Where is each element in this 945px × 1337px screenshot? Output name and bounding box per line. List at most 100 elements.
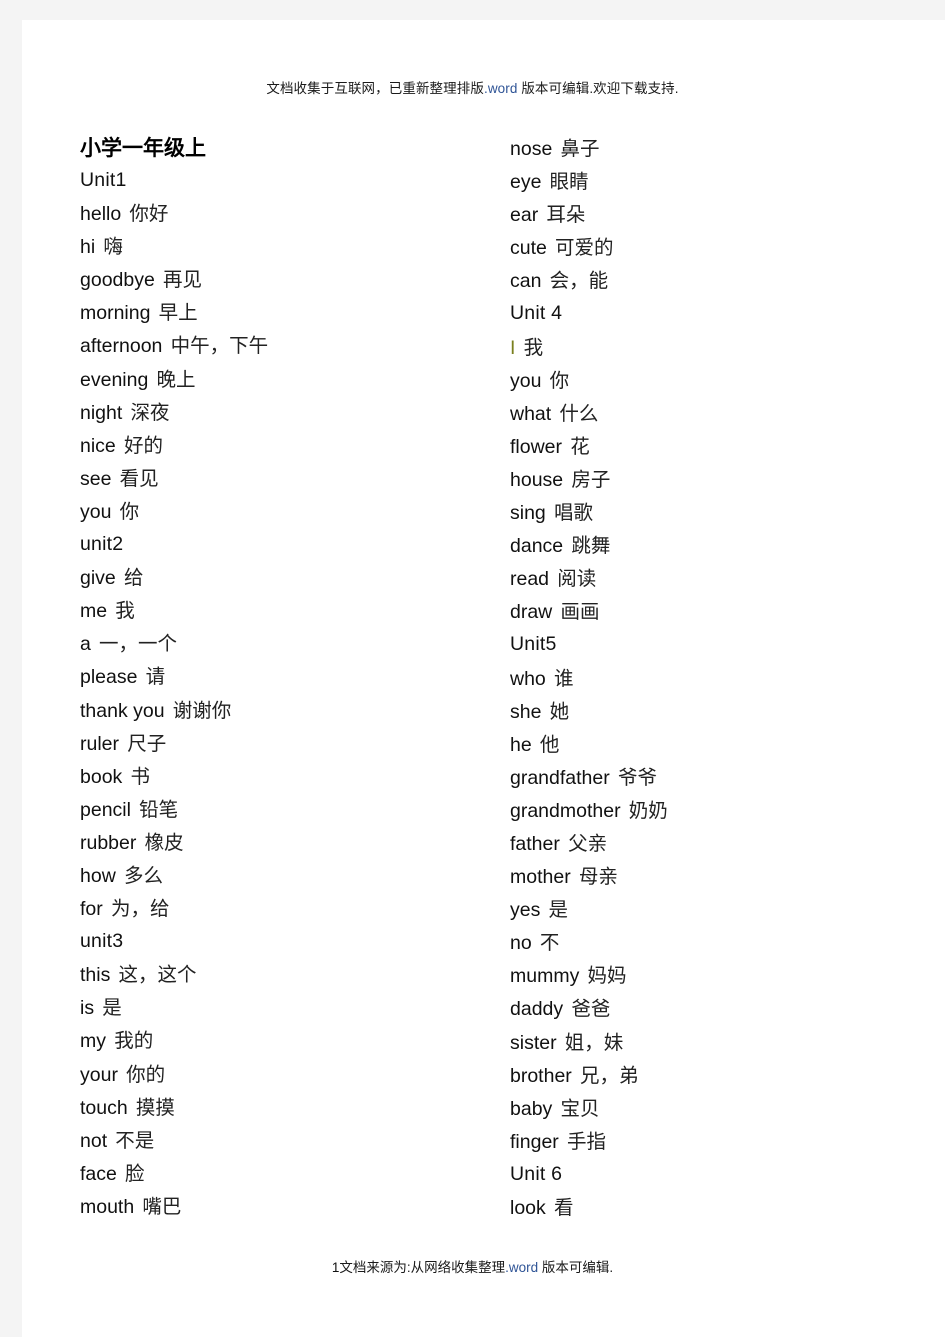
entry-term: rubber — [80, 831, 137, 854]
entry-gloss: 奶奶 — [628, 798, 668, 822]
vocabulary-entry: sister 姐，妹 — [510, 1026, 910, 1059]
entry-gloss: 鼻子 — [560, 137, 600, 160]
vocabulary-entry: father 父亲 — [510, 827, 910, 860]
entry-term: no — [510, 932, 532, 955]
footer-watermark: 1文档来源为:从网络收集整理.word 版本可编辑. — [22, 1256, 923, 1276]
entry-gloss: 阅读 — [557, 567, 597, 591]
entry-term: Unit 6 — [510, 1162, 563, 1185]
entry-term: grandmother — [510, 799, 621, 822]
entry-term: a — [80, 633, 91, 656]
entry-gloss: 花 — [570, 434, 590, 458]
entry-gloss: 是 — [102, 996, 122, 1020]
vocabulary-columns: 小学一年级上 Unit1 hello 你好 hi 嗨 goodbye 再见 morning 早上… — [22, 132, 945, 1242]
entry-term: see — [80, 467, 112, 490]
left-column: 小学一年级上 Unit1 hello 你好 hi 嗨 goodbye 再见 morning 早上… — [80, 132, 480, 1223]
entry-term: goodbye — [80, 269, 155, 292]
vocabulary-entry: mouth 嘴巴 — [80, 1190, 480, 1223]
entry-gloss: 多么 — [123, 863, 163, 887]
entry-gloss: 姐，妹 — [564, 1030, 624, 1054]
entry-term: eye — [510, 171, 542, 194]
vocabulary-entry: see 看见 — [80, 462, 480, 495]
vocabulary-entry: me 我 — [80, 594, 480, 627]
entry-term: how — [80, 864, 116, 887]
entry-term: afternoon — [80, 335, 163, 358]
entry-gloss: 他 — [539, 732, 560, 756]
vocabulary-entry: is 是 — [80, 991, 480, 1024]
vocabulary-entry: I我 — [510, 331, 910, 364]
vocabulary-entry: rubber 橡皮 — [80, 826, 480, 859]
entry-term: brother — [510, 1064, 572, 1087]
entry-term: morning — [80, 302, 151, 325]
entry-term: Unit1 — [80, 169, 127, 191]
vocabulary-entry: how 多么 — [80, 859, 480, 892]
vocabulary-entry: flower 花 — [510, 430, 910, 463]
entry-term: house — [510, 468, 564, 491]
vocabulary-entry: afternoon 中午，下午 — [80, 329, 480, 362]
vocabulary-entry: she 她 — [510, 695, 910, 728]
vocabulary-entry: daddy 爸爸 — [510, 992, 910, 1025]
vocabulary-entry: what 什么 — [510, 397, 910, 430]
vocabulary-entry: you 你 — [80, 495, 480, 528]
unit-heading: Unit 6 — [510, 1158, 910, 1191]
entry-gloss: 唱歌 — [553, 501, 593, 525]
entry-term: you — [510, 369, 542, 392]
vocabulary-entry: eye 眼睛 — [510, 165, 910, 198]
entry-gloss: 谢谢你 — [172, 698, 232, 722]
vocabulary-entry: for 为，给 — [80, 892, 480, 925]
entry-gloss: 再见 — [163, 268, 203, 292]
header-text-after: 版本可编辑.欢迎下载支持. — [517, 81, 679, 96]
entry-gloss: 眼睛 — [549, 170, 589, 194]
vocabulary-entry: nice 好的 — [80, 429, 480, 462]
entry-term: flower — [510, 435, 563, 458]
vocabulary-entry: your 你的 — [80, 1058, 480, 1091]
entry-term: finger — [510, 1130, 559, 1153]
entry-gloss: 你 — [549, 368, 570, 392]
entry-gloss: 你 — [119, 499, 140, 523]
entry-gloss: 给 — [123, 566, 144, 590]
entry-gloss: 爷爷 — [617, 765, 657, 789]
entry-term: sister — [510, 1031, 557, 1054]
entry-term: I — [510, 336, 516, 359]
entry-term: nice — [80, 434, 116, 457]
entry-gloss: 房子 — [571, 467, 611, 491]
entry-term: mother — [510, 866, 571, 889]
vocabulary-entry: give 给 — [80, 561, 480, 594]
entry-gloss: 不是 — [115, 1128, 155, 1152]
entry-term: mummy — [510, 965, 580, 988]
unit-heading: Unit1 — [80, 164, 480, 197]
vocabulary-entry: baby 宝贝 — [510, 1092, 910, 1125]
vocabulary-entry: grandfather 爷爷 — [510, 761, 910, 794]
entry-term: evening — [80, 368, 149, 391]
entry-term: who — [510, 667, 546, 690]
vocabulary-entry: my 我的 — [80, 1024, 480, 1057]
entry-gloss: 父亲 — [568, 831, 608, 855]
vocabulary-entry: evening 晚上 — [80, 363, 480, 396]
entry-gloss: 嘴巴 — [142, 1194, 182, 1218]
entry-gloss: 母亲 — [578, 865, 618, 889]
document-page: 文档收集于互联网，已重新整理排版.word 版本可编辑.欢迎下载支持. 小学一年… — [22, 20, 945, 1337]
vocabulary-entry: morning 早上 — [80, 296, 480, 329]
vocabulary-entry: grandmother 奶奶 — [510, 794, 910, 827]
unit-heading: Unit5 — [510, 628, 910, 661]
vocabulary-entry: cute 可爱的 — [510, 231, 910, 264]
vocabulary-entry: brother 兄，弟 — [510, 1059, 910, 1092]
vocabulary-entry: face 脸 — [80, 1157, 480, 1190]
vocabulary-entry: ruler 尺子 — [80, 727, 480, 760]
vocabulary-entry: house 房子 — [510, 463, 910, 496]
entry-term: daddy — [510, 998, 564, 1021]
entry-term: father — [510, 832, 560, 855]
entry-gloss: 橡皮 — [144, 830, 184, 854]
entry-gloss: 妈妈 — [587, 964, 627, 988]
entry-gloss: 看见 — [119, 466, 159, 490]
entry-term: ruler — [80, 732, 120, 755]
vocabulary-entry: finger 手指 — [510, 1125, 910, 1158]
entry-term: read — [510, 568, 550, 591]
entry-term: ear — [510, 204, 539, 227]
entry-term: my — [80, 1030, 106, 1053]
entry-term: nose — [510, 138, 553, 160]
entry-gloss: 为，给 — [110, 897, 170, 921]
entry-gloss: 深夜 — [130, 400, 170, 424]
unit-heading: Unit 4 — [510, 297, 910, 330]
right-entry-list: nose 鼻子 eye 眼睛 ear 耳朵 cute 可爱的 can 会，能 Unit 4 I 我 you… — [510, 132, 910, 1224]
entry-gloss: 什么 — [559, 401, 599, 425]
